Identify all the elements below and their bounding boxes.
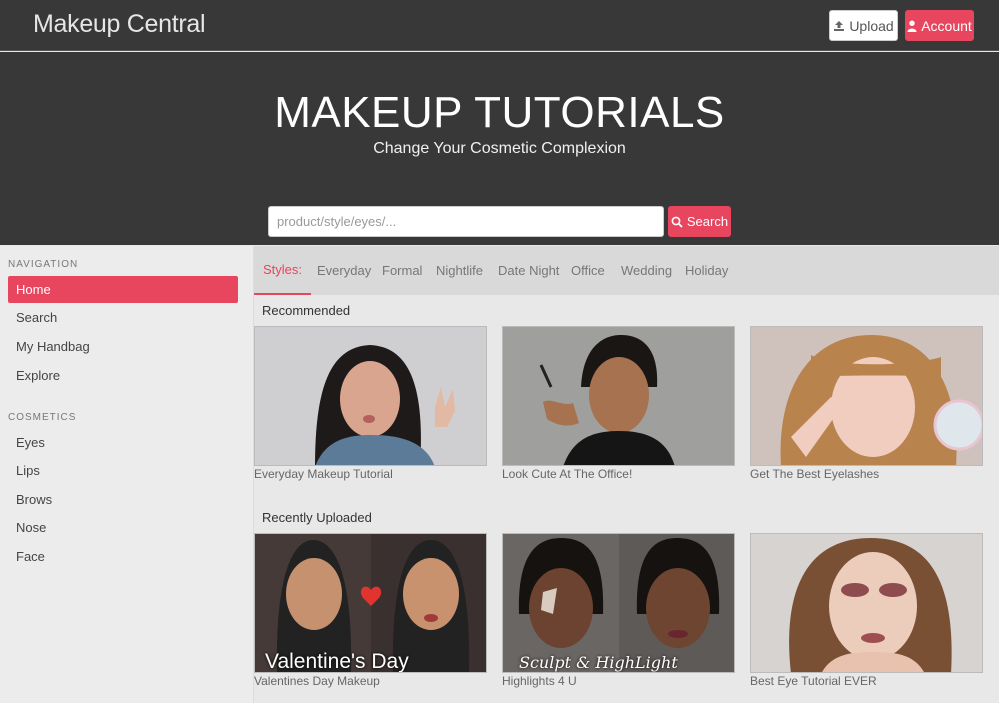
sidebar: NAVIGATION Home Search My Handbag Explor… xyxy=(0,246,254,703)
sidebar-item-label: Lips xyxy=(16,463,40,478)
user-icon xyxy=(907,20,917,32)
hero-subtitle: Change Your Cosmetic Complexion xyxy=(373,140,626,157)
thumbnail-overlay-text: Valentine's Day Makeup xyxy=(265,650,409,673)
tab-nightlife[interactable]: Nightlife xyxy=(436,246,483,295)
sidebar-item-label: Explore xyxy=(16,368,61,383)
video-thumbnail[interactable]: Sculpt & HighLight xyxy=(502,533,735,673)
sidebar-item-face[interactable]: Face xyxy=(8,543,238,570)
video-card: Look Cute At The Office! xyxy=(502,326,735,481)
search-label: Search xyxy=(686,214,729,229)
style-tabs: Styles: Everyday Formal Nightlife Date N… xyxy=(254,246,999,295)
video-thumbnail[interactable] xyxy=(750,533,983,673)
thumbnail-overlay-text: Sculpt & HighLight xyxy=(519,653,678,672)
account-button[interactable]: Account xyxy=(905,10,974,41)
cosmetics-heading: COSMETICS xyxy=(8,412,77,423)
tab-formal[interactable]: Formal xyxy=(382,246,422,295)
tab-everyday[interactable]: Everyday xyxy=(317,246,371,295)
recommended-title: Recommended xyxy=(262,303,351,318)
video-title[interactable]: Valentines Day Makeup xyxy=(254,674,487,688)
sidebar-item-my-handbag[interactable]: My Handbag xyxy=(8,333,238,360)
upload-label: Upload xyxy=(849,17,894,34)
tab-office[interactable]: Office xyxy=(571,246,605,295)
video-title[interactable]: Look Cute At The Office! xyxy=(502,467,735,481)
tab-holiday[interactable]: Holiday xyxy=(685,246,728,295)
brand-logo[interactable]: Makeup Central xyxy=(33,10,206,39)
account-label: Account xyxy=(921,17,972,34)
sidebar-item-label: Face xyxy=(16,549,45,564)
video-card: Best Eye Tutorial EVER xyxy=(750,533,983,688)
sidebar-item-label: Brows xyxy=(16,492,53,507)
sidebar-item-lips[interactable]: Lips xyxy=(8,457,238,484)
search-button[interactable]: Search xyxy=(668,206,731,237)
video-title[interactable]: Get The Best Eyelashes xyxy=(750,467,983,481)
hero-banner: MAKEUP TUTORIALS Change Your Cosmetic Co… xyxy=(0,52,999,245)
video-card: Valentine's Day Makeup Valentines Day Ma… xyxy=(254,533,487,688)
sidebar-item-home[interactable]: Home xyxy=(8,276,238,303)
tab-date-night[interactable]: Date Night xyxy=(498,246,559,295)
sidebar-item-nose[interactable]: Nose xyxy=(8,514,238,541)
top-navbar: Makeup Central Upload Account xyxy=(0,0,999,51)
video-thumbnail[interactable] xyxy=(502,326,735,466)
sidebar-item-brows[interactable]: Brows xyxy=(8,486,238,513)
navigation-heading: NAVIGATION xyxy=(8,259,79,270)
video-card: Sculpt & HighLight Highlights 4 U xyxy=(502,533,735,688)
recent-title: Recently Uploaded xyxy=(262,510,372,525)
video-thumbnail[interactable]: Valentine's Day Makeup xyxy=(254,533,487,673)
video-card: Everyday Makeup Tutorial xyxy=(254,326,487,481)
video-title[interactable]: Best Eye Tutorial EVER xyxy=(750,674,983,688)
tab-wedding[interactable]: Wedding xyxy=(621,246,672,295)
hero-title: MAKEUP TUTORIALS xyxy=(274,88,725,137)
search-icon xyxy=(671,216,683,228)
video-title[interactable]: Everyday Makeup Tutorial xyxy=(254,467,487,481)
sidebar-item-label: Nose xyxy=(16,520,47,535)
tab-styles[interactable]: Styles: xyxy=(254,246,312,295)
sidebar-item-label: Eyes xyxy=(16,435,45,450)
sidebar-item-label: Search xyxy=(16,310,58,325)
sidebar-item-label: My Handbag xyxy=(16,339,90,354)
video-title[interactable]: Highlights 4 U xyxy=(502,674,735,688)
sidebar-item-label: Home xyxy=(16,282,51,297)
video-thumbnail[interactable] xyxy=(750,326,983,466)
sidebar-item-eyes[interactable]: Eyes xyxy=(8,429,238,456)
sidebar-item-search[interactable]: Search xyxy=(8,304,238,331)
sidebar-item-explore[interactable]: Explore xyxy=(8,362,238,389)
video-thumbnail[interactable] xyxy=(254,326,487,466)
upload-button[interactable]: Upload xyxy=(829,10,898,41)
video-card: Get The Best Eyelashes xyxy=(750,326,983,481)
search-input[interactable] xyxy=(268,206,664,237)
upload-icon xyxy=(834,20,845,31)
